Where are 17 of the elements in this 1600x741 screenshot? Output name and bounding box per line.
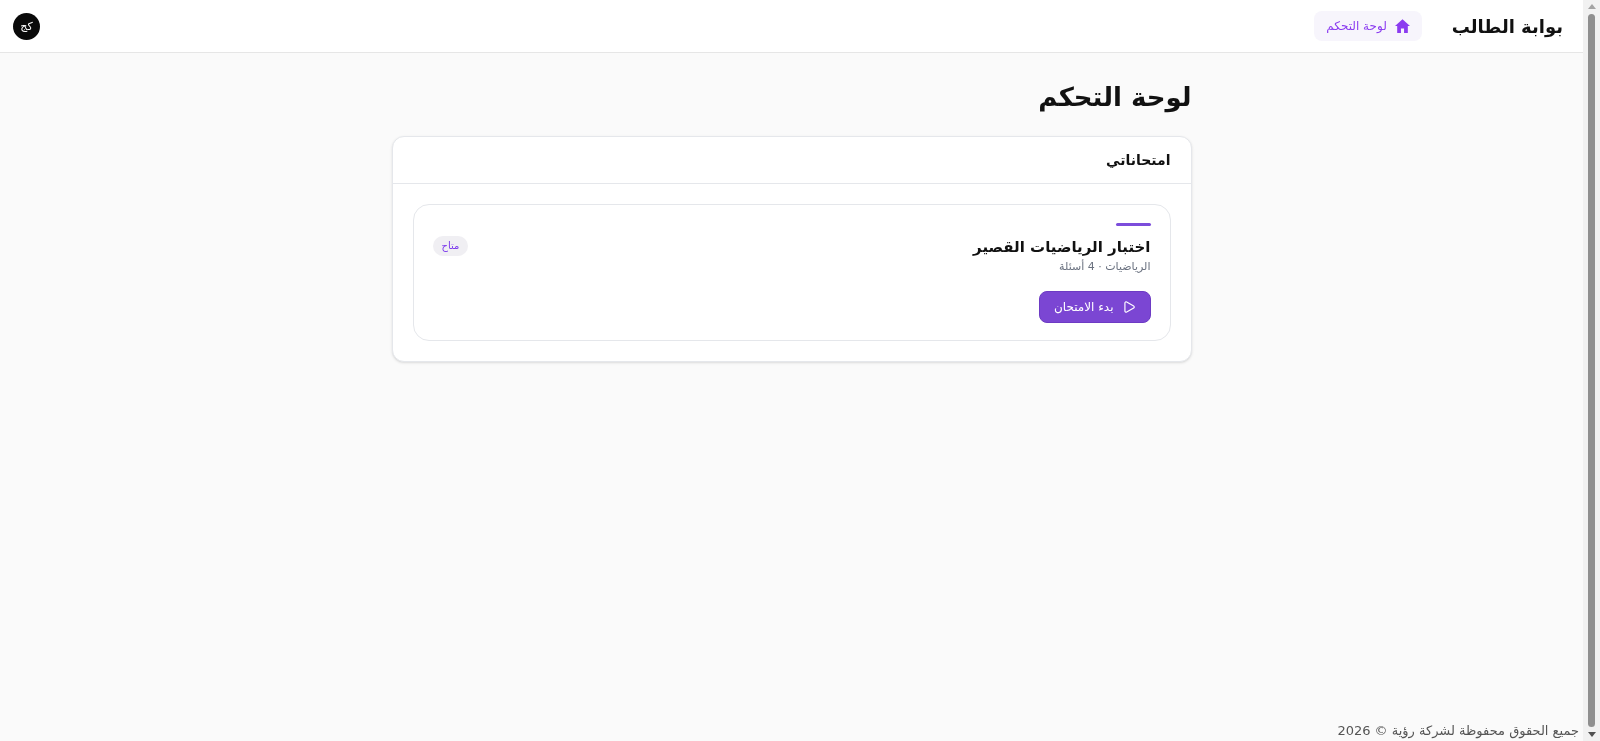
accent-bar (1115, 223, 1151, 226)
copyright-text: جميع الحقوق محفوظة لشركة رؤية © 2026 (1337, 722, 1579, 740)
avatar-button[interactable]: كج (13, 12, 40, 40)
home-icon (1394, 19, 1410, 33)
exam-title: اختبار الرياضيات القصير (973, 237, 1151, 258)
start-exam-button[interactable]: بدء الامتحان (1038, 291, 1151, 323)
page-title: لوحة التحكم (1037, 81, 1192, 115)
down-arrow-icon[interactable] (1587, 732, 1596, 737)
exam-meta: الرياضيات · 4 أسئلة (1058, 258, 1151, 275)
scrollbar[interactable] (1583, 0, 1600, 741)
play-icon (1121, 300, 1136, 314)
up-arrow-icon[interactable] (1587, 4, 1596, 9)
nav-link[interactable]: لوحة التحكم (1314, 11, 1422, 41)
status-badge: متاح (432, 236, 469, 256)
card-title: امتحاناتي (1106, 150, 1171, 170)
portal-title: بوابة الطالب (1451, 14, 1563, 40)
scrollbar-thumb[interactable] (1588, 14, 1595, 727)
